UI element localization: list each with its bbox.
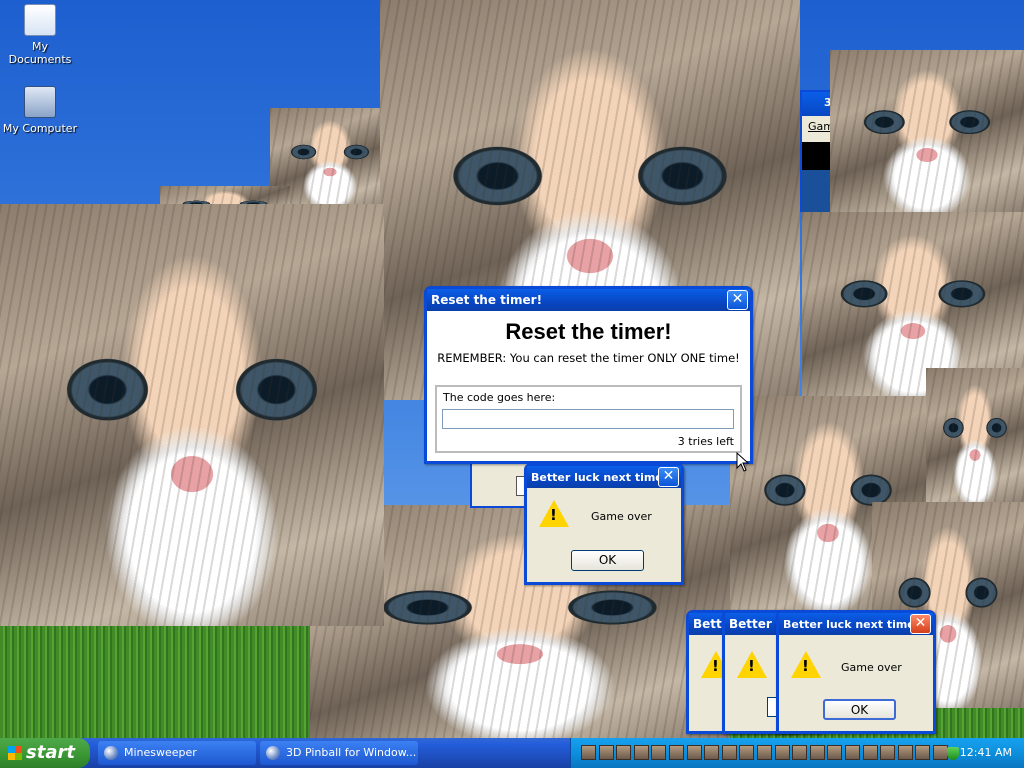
tray-cat-icon[interactable] (581, 745, 596, 760)
game-over-body: ! Game over OK (779, 635, 933, 731)
game-over-close-button[interactable]: ✕ (658, 467, 679, 487)
tray-cat-icon[interactable] (845, 745, 860, 760)
minesweeper-icon (104, 746, 118, 760)
desktop-icon-my-documents[interactable]: My Documents (0, 4, 80, 66)
tray-cat-icon[interactable] (862, 745, 878, 760)
desktop-icon-label: My Documents (8, 40, 72, 66)
tray-cat-icon[interactable] (669, 745, 684, 760)
tries-suffix: tries left (688, 435, 734, 448)
tray-cat-icon[interactable] (598, 745, 614, 760)
taskbar: start Minesweeper 3D Pinball for Window.… (0, 738, 1024, 768)
tray-cat-icon[interactable] (757, 745, 772, 760)
system-tray: 12:41 AM (570, 738, 1024, 768)
game-over-body: ! Game over OK (527, 488, 681, 582)
cat-popup-image[interactable] (926, 368, 1024, 504)
game-over-titlebar[interactable]: Better luck next time! ✕ (527, 466, 681, 488)
tray-cat-icon[interactable] (686, 745, 702, 760)
ok-button[interactable]: OK (571, 550, 644, 571)
hidden-dialog-fragment[interactable] (470, 460, 530, 508)
tray-cat-icon[interactable] (721, 745, 737, 760)
tray-cat-icon[interactable] (933, 745, 948, 760)
tray-cat-icon[interactable] (809, 745, 825, 760)
warning-icon: ! (791, 651, 821, 678)
start-button[interactable]: start (0, 738, 90, 768)
security-shield-icon[interactable] (947, 747, 959, 760)
warning-icon: ! (737, 651, 767, 678)
tray-cat-icon[interactable] (651, 745, 667, 760)
computer-icon (24, 86, 56, 118)
tray-cat-icon[interactable] (792, 745, 808, 760)
code-input[interactable] (442, 409, 734, 429)
game-over-dialog[interactable]: Better luck next time! ✕ ! Game over OK (524, 463, 684, 585)
reset-timer-titlebar[interactable]: Reset the timer! ✕ (427, 289, 750, 311)
windows-logo-icon (8, 746, 22, 760)
cat-popup-image[interactable] (830, 50, 1024, 214)
tray-cat-icon[interactable] (774, 745, 790, 760)
tray-cat-icon[interactable] (827, 745, 843, 760)
taskbar-item-minesweeper[interactable]: Minesweeper (98, 741, 256, 765)
taskbar-item-label: 3D Pinball for Window... (286, 746, 417, 759)
game-over-close-button[interactable]: ✕ (910, 614, 931, 634)
tray-cat-icon[interactable] (633, 745, 649, 760)
tray-cat-icon[interactable] (915, 745, 931, 760)
taskbar-item-label: Minesweeper (124, 746, 197, 759)
code-groupbox: The code goes here: 3 tries left (435, 385, 742, 453)
tray-cat-icon[interactable] (880, 745, 896, 760)
game-over-message: Game over (591, 510, 652, 523)
game-over-title: Better luck next time! (783, 618, 920, 631)
desktop-icon-label: My Computer (2, 122, 78, 135)
game-over-dialog-front[interactable]: Better luck next time! ✕ ! Game over OK (776, 610, 936, 734)
folder-documents-icon (24, 4, 56, 36)
tray-cat-icon[interactable] (897, 745, 913, 760)
code-label: The code goes here: (443, 391, 556, 404)
reset-timer-remember-text: REMEMBER: You can reset the timer ONLY O… (437, 351, 740, 365)
pinball-icon (266, 746, 280, 760)
warning-icon: ! (539, 500, 569, 527)
reset-timer-heading: Reset the timer! (505, 319, 672, 344)
tray-cat-icon[interactable] (704, 745, 720, 760)
mouse-cursor-icon (736, 452, 750, 472)
game-over-titlebar[interactable]: Better luck next time! ✕ (779, 613, 933, 635)
clock[interactable]: 12:41 AM (960, 738, 1012, 768)
reset-timer-title: Reset the timer! (431, 293, 543, 307)
ok-button[interactable]: OK (823, 699, 896, 720)
reset-timer-close-button[interactable]: ✕ (727, 290, 748, 310)
tries-count: 3 (677, 435, 685, 448)
cat-popup-image[interactable] (0, 204, 384, 626)
start-label: start (26, 742, 75, 763)
taskbar-item-pinball[interactable]: 3D Pinball for Window... (260, 741, 418, 765)
reset-timer-body: Reset the timer! REMEMBER: You can reset… (427, 311, 750, 461)
desktop-icon-my-computer[interactable]: My Computer (0, 86, 80, 135)
reset-timer-dialog[interactable]: Reset the timer! ✕ Reset the timer! REME… (424, 286, 753, 464)
tray-cat-icon[interactable] (739, 745, 755, 760)
game-over-title: Better luck next time! (531, 471, 668, 484)
tray-cat-icon[interactable] (616, 745, 632, 760)
tries-left-text: 3 tries left (678, 435, 734, 448)
game-over-message: Game over (841, 661, 902, 674)
